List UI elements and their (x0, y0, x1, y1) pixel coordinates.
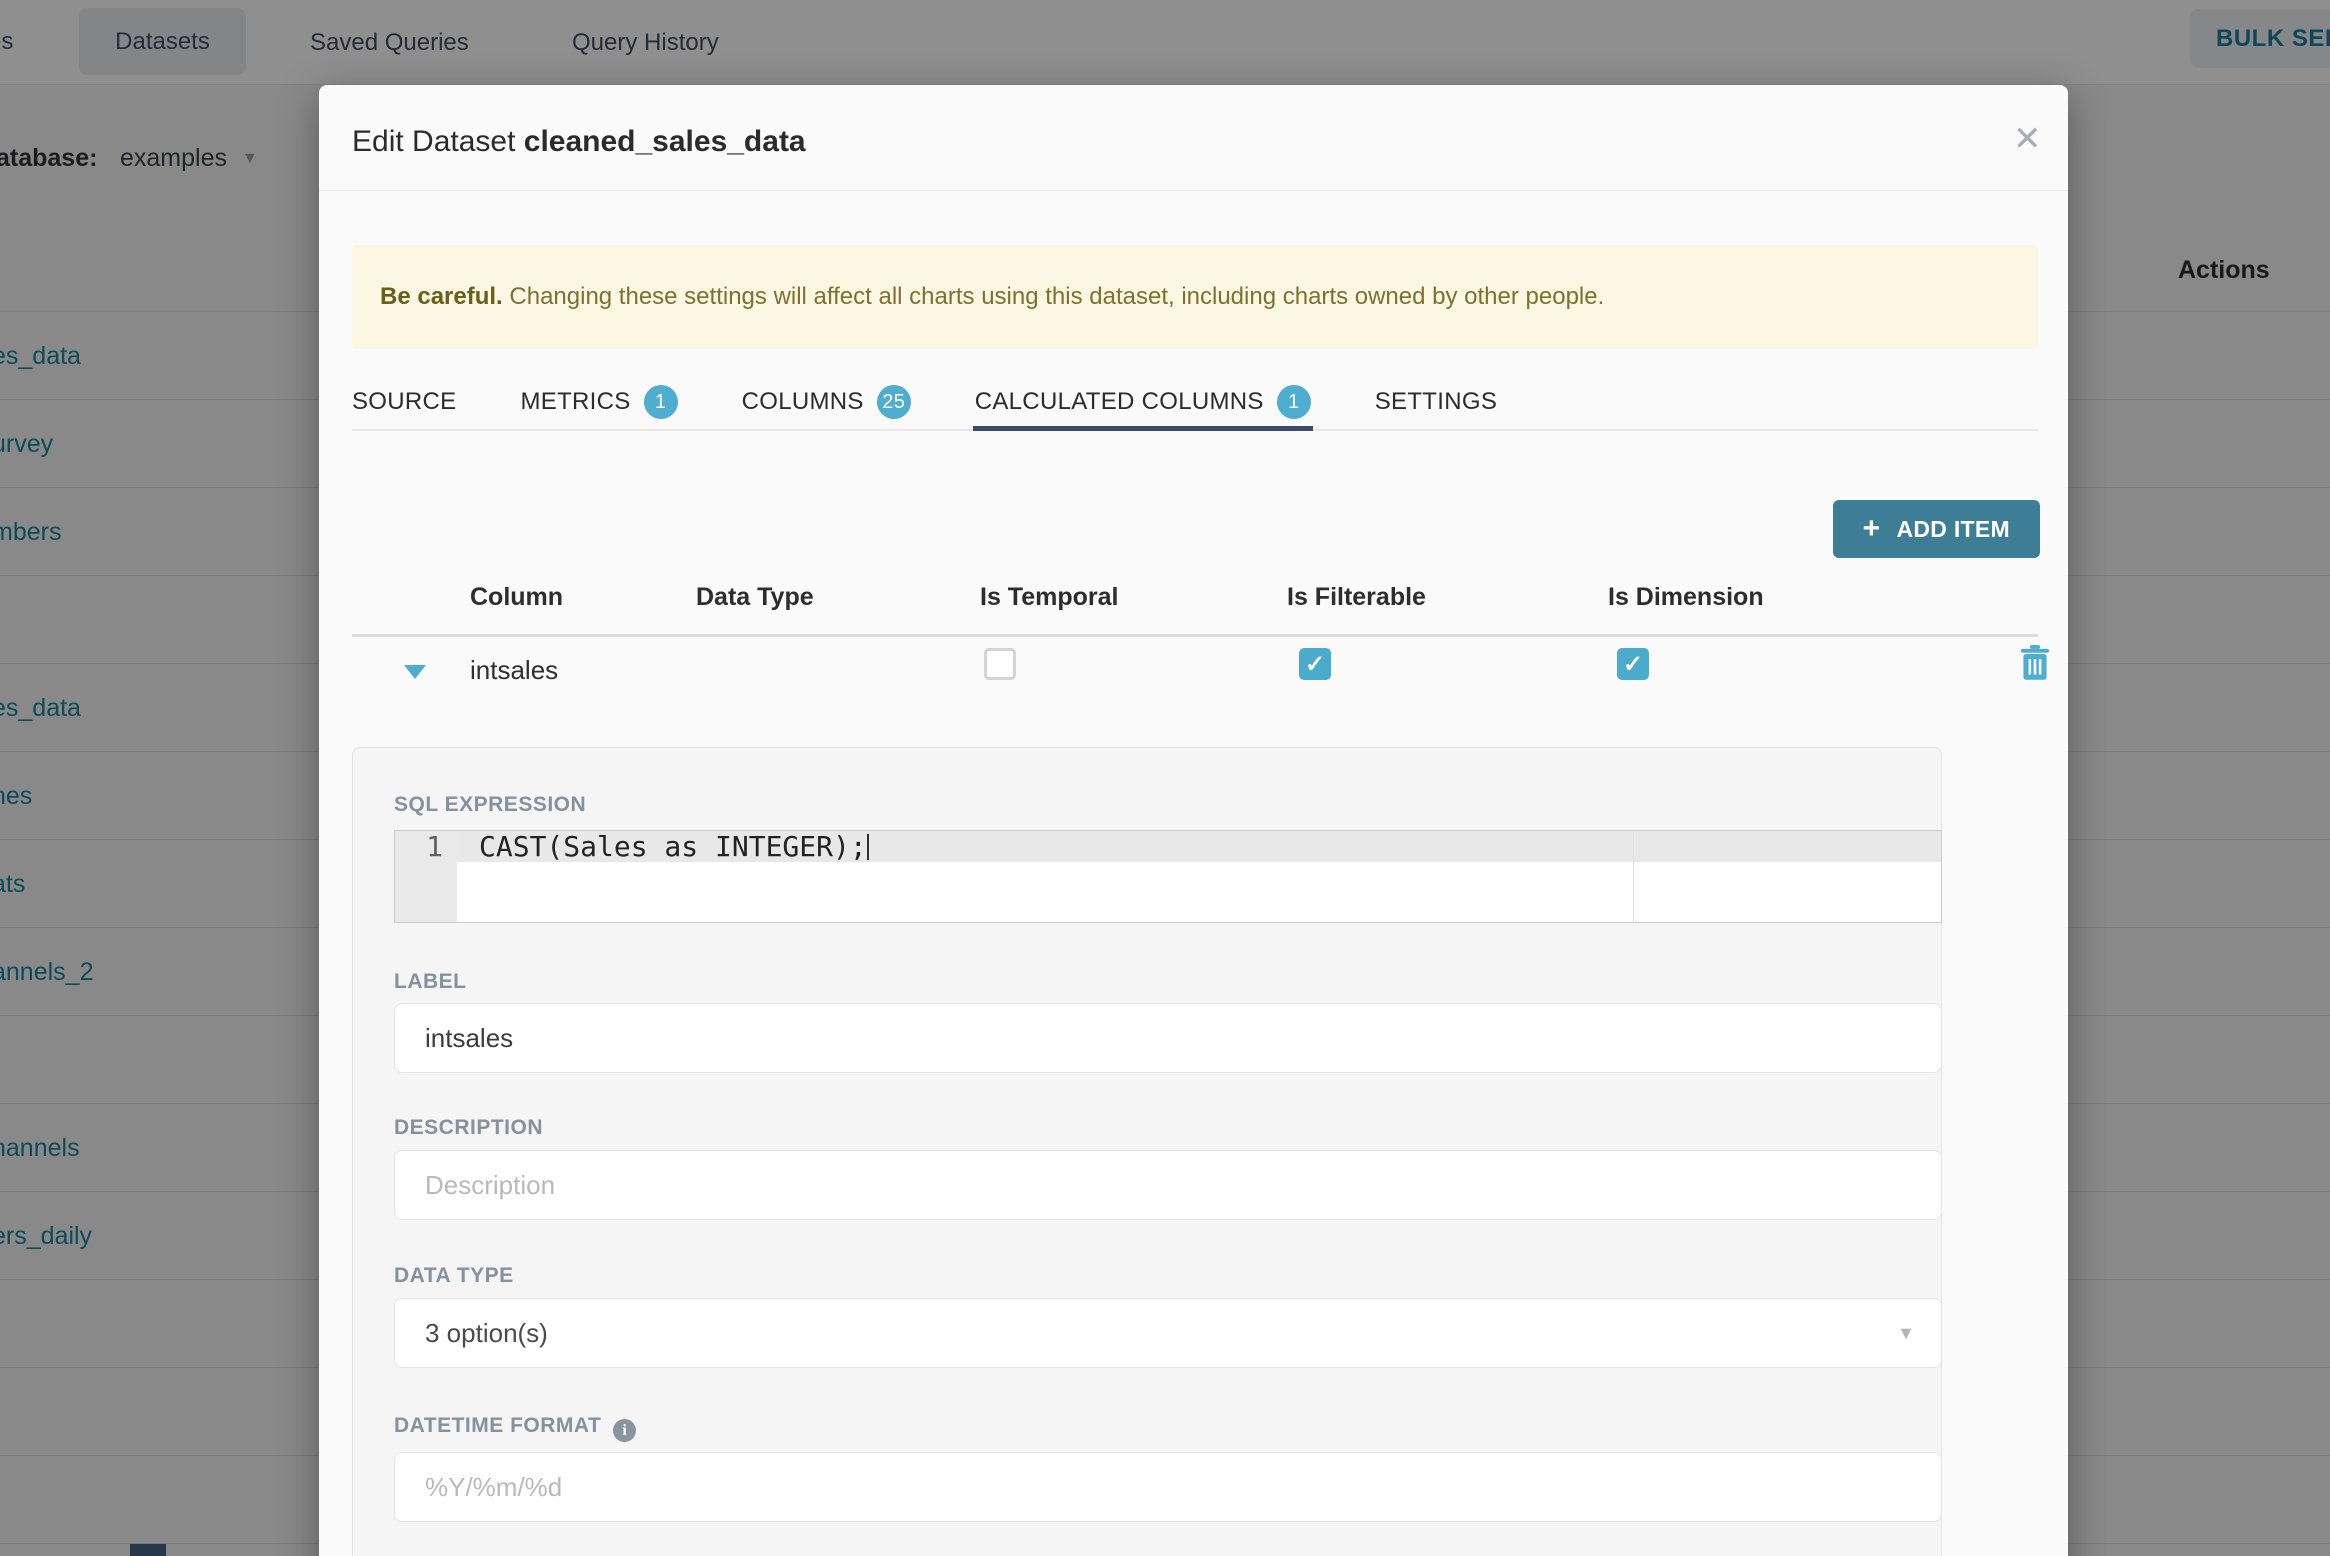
is-dimension-checkbox[interactable]: ✓ (1617, 648, 1649, 680)
tab-source[interactable]: SOURCE (352, 375, 456, 429)
modal-title-prefix: Edit Dataset (352, 125, 524, 158)
tab-settings[interactable]: SETTINGS (1375, 375, 1497, 429)
calculated-column-name: intsales (470, 655, 559, 685)
modal-title: Edit Dataset cleaned_sales_data (352, 125, 806, 159)
modal-header-divider (319, 190, 2068, 191)
column-header-column: Column (470, 583, 564, 611)
warning-text: Changing these settings will affect all … (502, 283, 1605, 310)
tab-settings-label: SETTINGS (1374, 388, 1498, 415)
text-cursor (866, 834, 869, 860)
data-type-field-label: DATA TYPE (394, 1264, 514, 1287)
info-icon[interactable]: i (613, 1419, 637, 1442)
datetime-format-input[interactable] (394, 1452, 1942, 1522)
description-input[interactable] (394, 1150, 1942, 1220)
trash-icon (2020, 645, 2050, 680)
column-header-is-dimension: Is Dimension (1608, 583, 1764, 611)
screen: es Datasets Saved Queries Query History … (0, 0, 2330, 1556)
data-type-value: 3 option(s) (425, 1318, 548, 1348)
columns-table-header-divider (352, 634, 2038, 637)
is-filterable-checkbox[interactable]: ✓ (1299, 648, 1331, 680)
editor-print-margin (1633, 831, 1634, 922)
warning-bold: Be careful. (380, 283, 503, 310)
tab-calculated-columns[interactable]: CALCULATED COLUMNS 1 (972, 375, 1313, 431)
column-header-is-temporal: Is Temporal (980, 583, 1119, 611)
sql-expression-label: SQL EXPRESSION (394, 793, 587, 816)
check-icon: ✓ (1622, 650, 1644, 678)
add-item-button[interactable]: + ADD ITEM (1832, 500, 2040, 558)
sql-expression-editor[interactable]: 1 CAST(Sales as INTEGER); (394, 830, 1942, 923)
label-input[interactable] (394, 1003, 1942, 1073)
metrics-count-badge: 1 (643, 385, 678, 419)
columns-count-badge: 25 (876, 385, 911, 419)
description-field-label: DESCRIPTION (394, 1116, 544, 1139)
plus-icon: + (1862, 512, 1881, 545)
tab-columns-label: COLUMNS (741, 388, 864, 415)
close-icon[interactable]: ✕ (2013, 119, 2042, 159)
is-temporal-checkbox[interactable] (984, 648, 1016, 680)
sql-code-text: CAST(Sales as INTEGER); (479, 830, 867, 863)
edit-dataset-modal: Edit Dataset cleaned_sales_data ✕ Be car… (319, 85, 2068, 1556)
calculated-columns-count-badge: 1 (1276, 385, 1311, 419)
editor-line-number: 1 (426, 830, 443, 863)
delete-column-button[interactable] (2019, 645, 2051, 686)
tab-columns[interactable]: COLUMNS 25 (742, 375, 911, 429)
sql-code: CAST(Sales as INTEGER); (479, 831, 869, 862)
add-item-label: ADD ITEM (1896, 515, 2010, 542)
warning-banner: Be careful. Changing these settings will… (352, 245, 2038, 349)
check-icon: ✓ (1304, 650, 1326, 678)
calculated-column-detail-panel: SQL EXPRESSION 1 CAST(Sales as INTEGER);… (352, 747, 1942, 1556)
modal-tab-bar: SOURCE METRICS 1 COLUMNS 25 CALCULATED COL… (352, 375, 2038, 431)
tab-calculated-columns-label: CALCULATED COLUMNS (974, 388, 1264, 415)
tab-metrics-label: METRICS (520, 388, 631, 415)
label-field-label: LABEL (394, 970, 467, 993)
column-header-data-type: Data Type (696, 583, 814, 611)
data-type-select[interactable]: 3 option(s) ▼ (394, 1298, 1942, 1368)
tab-metrics[interactable]: METRICS 1 (520, 375, 678, 429)
column-header-is-filterable: Is Filterable (1287, 583, 1426, 611)
tab-source-label: SOURCE (352, 388, 457, 415)
modal-title-dataset-name: cleaned_sales_data (523, 125, 806, 158)
collapse-caret-icon[interactable] (404, 665, 426, 679)
datetime-format-label-text: DATETIME FORMAT (394, 1414, 602, 1437)
datetime-format-field-label: DATETIME FORMAT i (394, 1414, 637, 1442)
chevron-down-icon: ▼ (1897, 1323, 1915, 1343)
